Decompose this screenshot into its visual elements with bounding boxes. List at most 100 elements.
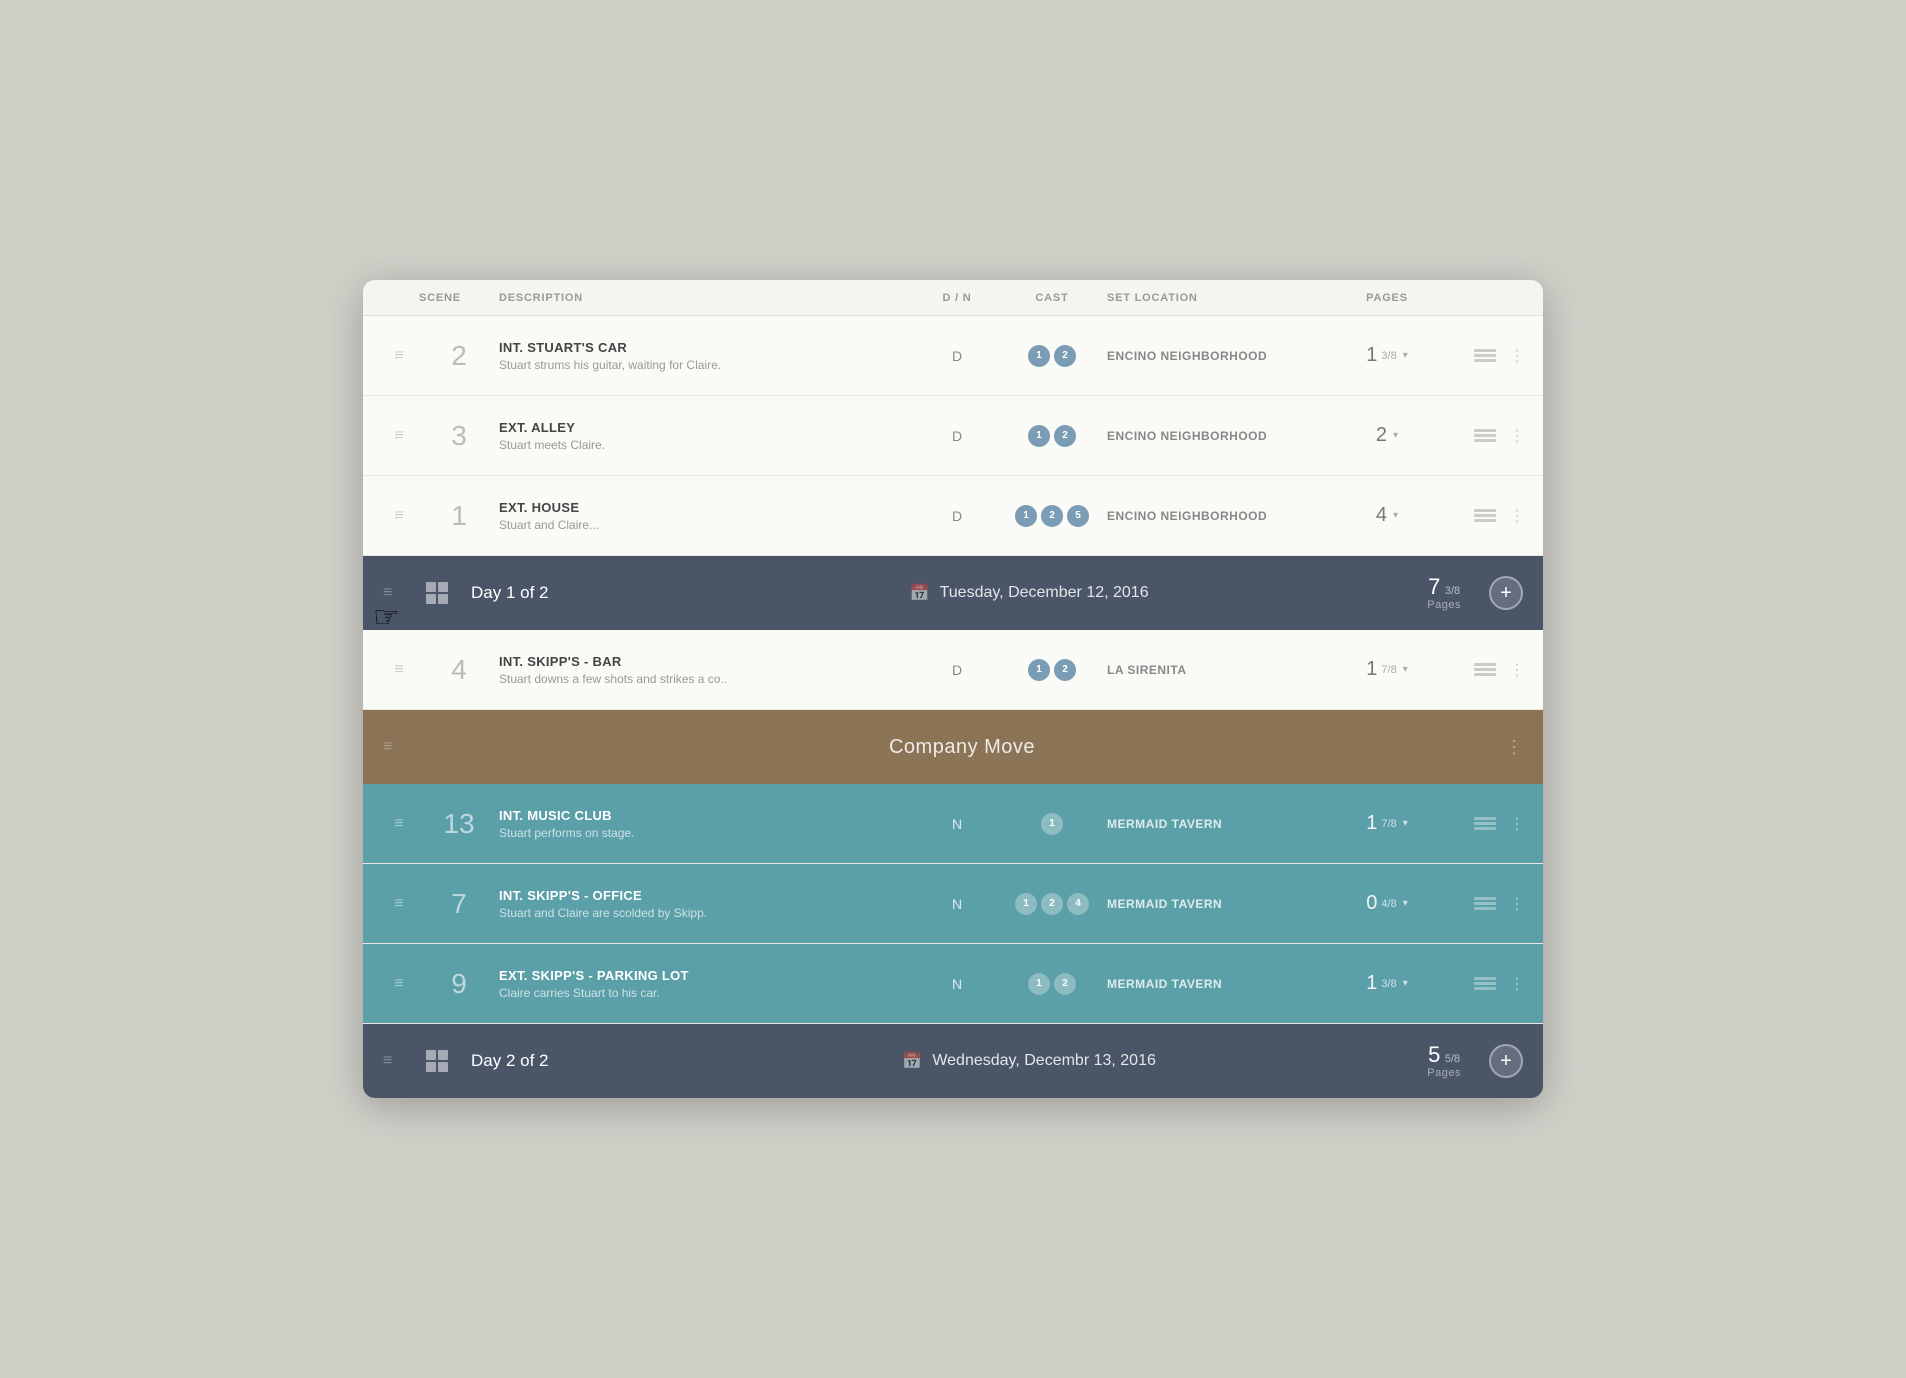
cast-badge: 1: [1028, 345, 1050, 367]
drag-handle[interactable]: ≡: [379, 427, 419, 445]
company-move-more-icon[interactable]: ⋮: [1505, 737, 1523, 758]
dm-cell: D: [917, 662, 997, 678]
pages-main: 1: [1366, 344, 1377, 367]
pages-main: 4: [1376, 504, 1387, 527]
company-move-drag[interactable]: ≡: [383, 738, 419, 756]
pages-main: 0: [1366, 892, 1377, 915]
scene-row-4: ≡ 4 INT. SKIPP'S - BAR Stuart downs a fe…: [363, 630, 1543, 710]
cast-cell: 1 2: [997, 425, 1107, 447]
pages-main: 1: [1366, 658, 1377, 681]
pages-frac: 3/8: [1381, 350, 1396, 362]
pages-main: 1: [1366, 972, 1377, 995]
pages-cell: 1 7/8 ▾: [1327, 812, 1447, 835]
pages-frac: 3/8: [1381, 978, 1396, 990]
more-menu-icon[interactable]: ⋮: [1507, 506, 1527, 526]
scene-subtitle: Stuart and Claire...: [499, 518, 905, 532]
scene-description: INT. MUSIC CLUB Stuart performs on stage…: [499, 808, 917, 840]
scene-description: EXT. ALLEY Stuart meets Claire.: [499, 420, 917, 452]
more-menu-icon[interactable]: ⋮: [1507, 894, 1527, 914]
icons-cell: ⋮: [1447, 422, 1527, 450]
more-menu-icon[interactable]: ⋮: [1507, 660, 1527, 680]
scene-row-9: ≡ 9 EXT. SKIPP'S - PARKING LOT Claire ca…: [363, 944, 1543, 1024]
calendar-icon: 📅: [902, 1051, 922, 1071]
day1-pages-frac: 3/8: [1445, 585, 1460, 597]
drag-handle[interactable]: ≡: [379, 895, 419, 913]
col-desc-header: DESCRIPTION: [499, 292, 917, 304]
company-move-label: Company Move: [419, 736, 1505, 759]
scene-description: INT. SKIPP'S - OFFICE Stuart and Claire …: [499, 888, 917, 920]
cast-badge: 1: [1028, 973, 1050, 995]
scene-number: 2: [419, 340, 499, 372]
cast-cell: 1 2: [997, 973, 1107, 995]
day2-pages-frac: 5/8: [1445, 1053, 1460, 1065]
cast-badge: 1: [1041, 813, 1063, 835]
col-pages-header: PAGES: [1327, 292, 1447, 304]
scene-row-13: ≡ 13 INT. MUSIC CLUB Stuart performs on …: [363, 784, 1543, 864]
cast-badge: 1: [1015, 505, 1037, 527]
cast-cell: 1 2: [997, 659, 1107, 681]
day1-pages-section: 7 3/8 Pages: [1427, 576, 1461, 611]
drag-handle[interactable]: ≡: [379, 507, 419, 525]
cast-cell: 1: [997, 813, 1107, 835]
day1-header-wrapper: ≡ Day 1 of 2 📅 Tuesday, December 12, 201…: [363, 556, 1543, 630]
day-drag-handle[interactable]: ≡: [383, 584, 419, 602]
pages-frac: 7/8: [1381, 664, 1396, 676]
day1-date-section: 📅 Tuesday, December 12, 2016: [631, 583, 1427, 603]
pages-cell: 1 3/8 ▾: [1327, 344, 1447, 367]
cast-badge: 5: [1067, 505, 1089, 527]
icons-cell: ⋮: [1447, 970, 1527, 998]
column-headers: SCENE DESCRIPTION D / N CAST SET LOCATIO…: [363, 280, 1543, 316]
col-location-header: SET LOCATION: [1107, 292, 1327, 304]
dm-cell: D: [917, 348, 997, 364]
pages-chevron[interactable]: ▾: [1403, 978, 1408, 989]
cast-badge: 2: [1054, 659, 1076, 681]
cast-badge: 2: [1054, 345, 1076, 367]
pages-chevron[interactable]: ▾: [1393, 510, 1398, 521]
drag-handle[interactable]: ≡: [379, 975, 419, 993]
stack-icon[interactable]: [1471, 656, 1499, 684]
scene-subtitle: Stuart strums his guitar, waiting for Cl…: [499, 358, 905, 372]
pages-chevron[interactable]: ▾: [1403, 818, 1408, 829]
pages-chevron[interactable]: ▾: [1403, 350, 1408, 361]
stack-icon[interactable]: [1471, 502, 1499, 530]
more-menu-icon[interactable]: ⋮: [1507, 426, 1527, 446]
day-grid-icon: [419, 1050, 455, 1072]
dm-cell: N: [917, 816, 997, 832]
cast-cell: 1 2 4: [997, 893, 1107, 915]
pages-chevron[interactable]: ▾: [1403, 898, 1408, 909]
pages-frac: 4/8: [1381, 898, 1396, 910]
pages-cell: 0 4/8 ▾: [1327, 892, 1447, 915]
drag-handle[interactable]: ≡: [379, 661, 419, 679]
main-container: SCENE DESCRIPTION D / N CAST SET LOCATIO…: [363, 280, 1543, 1098]
day2-add-button[interactable]: +: [1489, 1044, 1523, 1078]
day2-pages-section: 5 5/8 Pages: [1427, 1044, 1461, 1079]
pages-cell: 2 ▾: [1327, 424, 1447, 447]
stack-icon[interactable]: [1471, 342, 1499, 370]
stack-icon[interactable]: [1471, 890, 1499, 918]
more-menu-icon[interactable]: ⋮: [1507, 974, 1527, 994]
company-move-row: ≡ Company Move ⋮: [363, 710, 1543, 784]
icons-cell: ⋮: [1447, 502, 1527, 530]
day-drag-handle[interactable]: ≡: [383, 1052, 419, 1070]
scene-number: 1: [419, 500, 499, 532]
pages-chevron[interactable]: ▾: [1403, 664, 1408, 675]
cast-badge: 2: [1054, 425, 1076, 447]
icons-cell: ⋮: [1447, 890, 1527, 918]
scene-subtitle: Stuart downs a few shots and strikes a c…: [499, 672, 905, 686]
cast-cell: 1 2 5: [997, 505, 1107, 527]
calendar-icon: 📅: [910, 583, 930, 603]
pages-chevron[interactable]: ▾: [1393, 430, 1398, 441]
day1-add-button[interactable]: +: [1489, 576, 1523, 610]
icons-cell: ⋮: [1447, 656, 1527, 684]
drag-handle[interactable]: ≡: [379, 347, 419, 365]
stack-icon[interactable]: [1471, 422, 1499, 450]
stack-icon[interactable]: [1471, 970, 1499, 998]
day2-pages-num: 5: [1428, 1042, 1440, 1067]
pages-cell: 4 ▾: [1327, 504, 1447, 527]
more-menu-icon[interactable]: ⋮: [1507, 814, 1527, 834]
location-cell: LA SIRENITA: [1107, 663, 1327, 677]
drag-handle[interactable]: ≡: [379, 815, 419, 833]
more-menu-icon[interactable]: ⋮: [1507, 346, 1527, 366]
stack-icon[interactable]: [1471, 810, 1499, 838]
day1-date: Tuesday, December 12, 2016: [940, 584, 1149, 602]
